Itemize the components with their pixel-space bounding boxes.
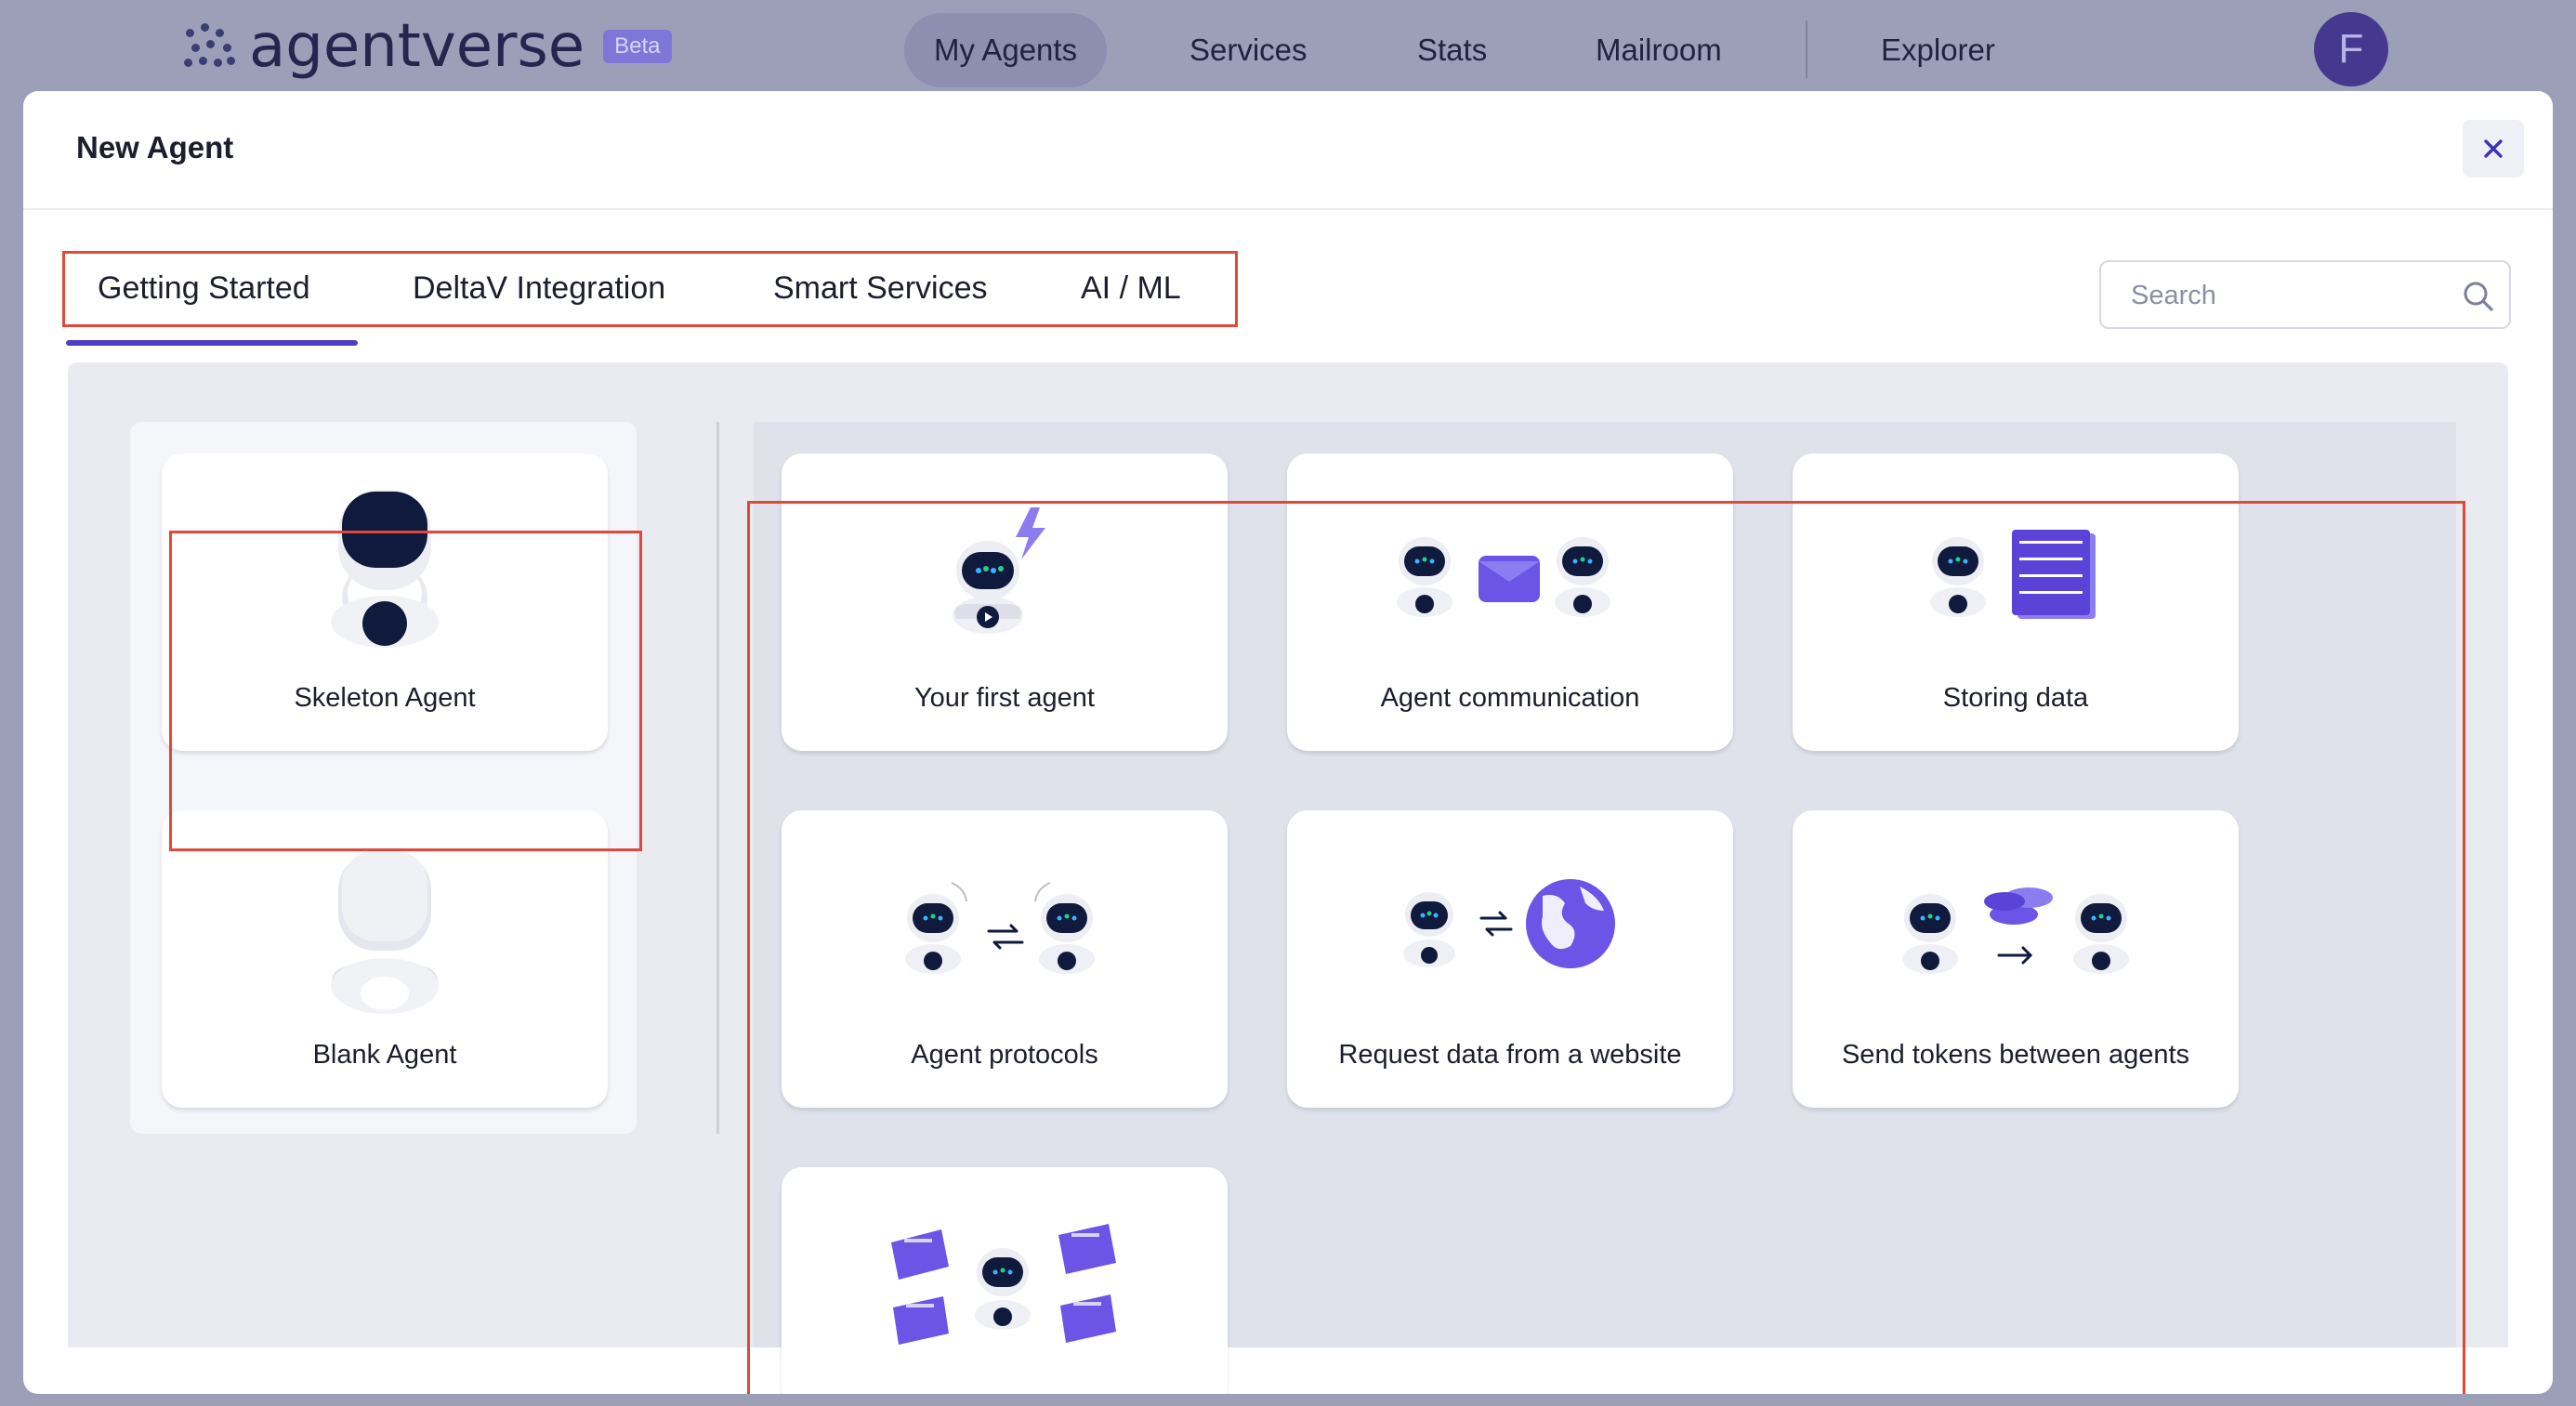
robot-database-icon <box>1930 530 2096 619</box>
robots-exchange-icon <box>905 882 1095 974</box>
tab-ai-ml[interactable]: AI / ML <box>1081 251 1181 325</box>
examples-panel: Your first agent Agent communication Sto… <box>754 422 2456 1394</box>
template-card-skeleton-agent[interactable]: Skeleton Agent <box>162 453 608 751</box>
top-navigation: agentverse Beta My Agents Services Stats… <box>0 0 2576 93</box>
logo-text: agentverse <box>249 12 585 81</box>
modal-header: New Agent <box>23 91 2553 210</box>
template-card-storing-data[interactable]: Storing data <box>1793 453 2239 751</box>
new-agent-modal: New Agent Getting Started DeltaV Integra… <box>23 91 2553 1394</box>
robot-lightning-icon <box>953 507 1045 634</box>
nav-services[interactable]: Services <box>1160 13 1337 87</box>
template-label: Storing data <box>1942 683 2089 713</box>
overlay-backdrop <box>0 1394 2576 1406</box>
template-card-agent-protocols[interactable]: Agent protocols <box>782 810 1228 1108</box>
template-label: Request data from a website <box>1338 1040 1682 1070</box>
tab-smart-services[interactable]: Smart Services <box>773 251 988 325</box>
blank-robot-icon <box>331 850 439 1014</box>
close-icon <box>2484 139 2503 158</box>
template-card-agent-communication[interactable]: Agent communication <box>1287 453 1733 751</box>
robots-envelope-icon <box>1397 537 1610 617</box>
nav-explorer[interactable]: Explorer <box>1851 13 2025 87</box>
template-card-mailboxes[interactable] <box>782 1167 1228 1394</box>
template-card-blank-agent[interactable]: Blank Agent <box>162 810 608 1108</box>
skeleton-robot-icon <box>331 490 439 648</box>
panel-divider <box>716 422 719 1134</box>
beta-badge: Beta <box>603 30 672 63</box>
logo-dots-icon <box>184 23 236 70</box>
nav-divider <box>1806 20 1807 78</box>
search-icon[interactable] <box>2461 279 2496 314</box>
templates-area: Skeleton Agent Blank Agent Your first ag… <box>68 362 2508 1394</box>
template-label: Your first agent <box>914 683 1095 713</box>
template-label: Send tokens between agents <box>1841 1040 2190 1070</box>
tab-getting-started[interactable]: Getting Started <box>98 251 310 325</box>
tab-deltav-integration[interactable]: DeltaV Integration <box>413 251 665 325</box>
base-templates-panel: Skeleton Agent Blank Agent <box>130 422 637 1134</box>
robot-globe-icon <box>1403 879 1615 968</box>
template-card-your-first-agent[interactable]: Your first agent <box>782 453 1228 751</box>
active-tab-indicator <box>66 340 358 346</box>
template-label: Skeleton Agent <box>294 683 476 713</box>
nav-mailroom[interactable]: Mailroom <box>1566 13 1752 87</box>
template-label: Agent communication <box>1380 683 1640 713</box>
nav-my-agents[interactable]: My Agents <box>904 13 1108 87</box>
search-box[interactable] <box>2099 260 2511 329</box>
agentverse-logo[interactable]: agentverse Beta <box>184 12 672 81</box>
modal-title: New Agent <box>76 130 234 164</box>
nav-stats[interactable]: Stats <box>1387 13 1517 87</box>
robots-coins-icon <box>1902 887 2129 974</box>
robot-mailboxes-icon <box>891 1224 1116 1345</box>
template-label: Agent protocols <box>911 1040 1098 1070</box>
template-card-send-tokens[interactable]: Send tokens between agents <box>1793 810 2239 1108</box>
template-card-request-data[interactable]: Request data from a website <box>1287 810 1733 1108</box>
search-input[interactable] <box>2131 275 2438 316</box>
user-avatar[interactable]: F <box>2314 12 2388 86</box>
close-button[interactable] <box>2463 120 2524 177</box>
template-label: Blank Agent <box>312 1040 457 1070</box>
